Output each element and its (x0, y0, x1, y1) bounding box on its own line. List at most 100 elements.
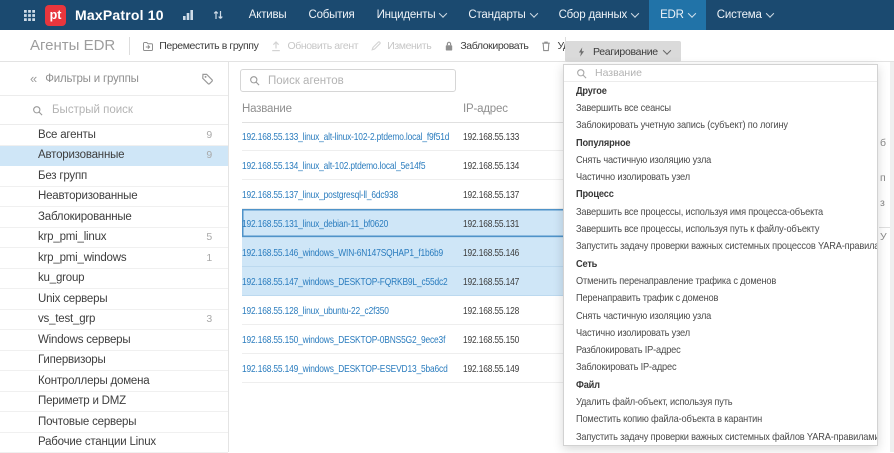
nav-item-3[interactable]: Стандарты (457, 0, 547, 30)
agent-name-link[interactable]: 192.168.55.147_windows_DESKTOP-FQRKB9L_c… (242, 272, 463, 290)
agent-name-link[interactable]: 192.168.55.150_windows_DESKTOP-0BNS5G2_9… (242, 330, 463, 348)
toolbar-buttons: Переместить в группу Обновить агент Изме… (130, 40, 595, 52)
app-grid-icon[interactable] (24, 10, 35, 21)
column-header-ip[interactable]: IP-адрес (463, 103, 508, 115)
menu-action-2[interactable]: Заблокировать учетную запись (субъект) п… (564, 117, 877, 134)
agent-name-link[interactable]: 192.168.55.146_windows_WIN-6N147SQHAP1_f… (242, 243, 463, 261)
agent-name-link[interactable]: 192.168.55.133_linux_alt-linux-102-2.ptd… (242, 127, 463, 145)
menu-action-13[interactable]: Снять частичную изоляцию узла (564, 307, 877, 324)
filter-item-3[interactable]: Неавторизованные (0, 187, 228, 208)
agent-ip: 192.168.55.133 (463, 127, 533, 145)
menu-action-19[interactable]: Поместить копию файла-объекта в карантин (564, 411, 877, 428)
filter-item-4[interactable]: Заблокированные (0, 207, 228, 228)
filter-item-15[interactable]: Рабочие станции Linux (0, 433, 228, 453)
sort-arrows-icon[interactable] (212, 9, 224, 21)
nav-item-1[interactable]: События (297, 0, 365, 30)
filter-item-10[interactable]: Windows серверы (0, 330, 228, 351)
agent-ip: 192.168.55.134 (463, 156, 533, 174)
menu-action-9[interactable]: Запустить задачу проверки важных системн… (564, 238, 877, 255)
menu-action-11[interactable]: Отменить перенаправление трафика с домен… (564, 272, 877, 289)
nav-item-label: Инциденты (377, 9, 436, 21)
toolbar-button-3[interactable]: Заблокировать (443, 40, 528, 52)
menu-action-16[interactable]: Заблокировать IP-адрес (564, 359, 877, 376)
sidebar-search (0, 96, 228, 125)
menu-action-4[interactable]: Снять частичную изоляцию узла (564, 151, 877, 168)
pt-logo-text: pt (50, 8, 62, 22)
bar-chart-icon[interactable] (182, 9, 194, 21)
agent-name-link[interactable]: 192.168.55.149_windows_DESKTOP-ESEVD13_5… (242, 359, 463, 377)
filter-item-14[interactable]: Почтовые серверы (0, 412, 228, 433)
filter-item-11[interactable]: Гипервизоры (0, 351, 228, 372)
lock-icon (443, 40, 455, 52)
menu-action-7[interactable]: Завершить все процессы, используя имя пр… (564, 203, 877, 220)
agent-name-link[interactable]: 192.168.55.128_linux_ubuntu-22_c2f350 (242, 301, 463, 319)
filter-item-13[interactable]: Периметр и DMZ (0, 392, 228, 413)
clipped-text-fragment: з (880, 197, 885, 209)
filter-item-label: Почтовые серверы (38, 416, 136, 428)
sidebar-search-input[interactable] (50, 103, 214, 117)
response-button[interactable]: Реагирование (565, 41, 681, 62)
column-header-name[interactable]: Название (242, 103, 463, 115)
clipped-text-fragment: п (880, 172, 886, 184)
filter-item-label: Контроллеры домена (38, 375, 149, 387)
filter-item-8[interactable]: Unix серверы (0, 289, 228, 310)
menu-action-18[interactable]: Удалить файл-объект, используя путь (564, 393, 877, 410)
collapse-sidebar-icon[interactable]: « (30, 71, 37, 86)
chevron-down-icon (765, 9, 773, 17)
response-menu: Другое Завершить все сеансы Заблокироват… (563, 64, 878, 446)
response-menu-search-input[interactable] (593, 66, 865, 80)
toolbar-button-0[interactable]: Переместить в группу (142, 40, 258, 52)
nav-item-2[interactable]: Инциденты (366, 0, 458, 30)
menu-action-5[interactable]: Частично изолировать узел (564, 168, 877, 185)
agent-name-link[interactable]: 192.168.55.134_linux_alt-102.ptdemo.loca… (242, 156, 463, 174)
move-to-group-icon (142, 40, 154, 52)
clipped-text-fragment: б (880, 137, 886, 149)
top-navbar: pt MaxPatrol 10 Активы События Инциденты… (0, 0, 894, 30)
menu-action-1[interactable]: Завершить все сеансы (564, 99, 877, 116)
filter-item-label: krp_pmi_windows (38, 252, 126, 264)
menu-group-6: Процесс (564, 186, 877, 203)
toolbar-button-1[interactable]: Обновить агент (270, 40, 358, 52)
pt-logo[interactable]: pt (45, 5, 66, 26)
filter-item-label: Без групп (38, 170, 87, 182)
filter-item-label: Неавторизованные (38, 190, 137, 202)
agent-name-link[interactable]: 192.168.55.137_linux_postgresql-ll_6dc93… (242, 185, 463, 203)
nav-item-0[interactable]: Активы (238, 0, 298, 30)
filter-item-7[interactable]: ku_group (0, 269, 228, 290)
toolbar-button-label: Изменить (387, 40, 431, 52)
agents-search-input[interactable] (266, 74, 447, 88)
nav-item-6[interactable]: Система (706, 0, 784, 30)
menu-action-15[interactable]: Разблокировать IP-адрес (564, 341, 877, 358)
toolbar-button-2[interactable]: Изменить (370, 40, 431, 52)
filter-item-5[interactable]: krp_pmi_linux 5 (0, 228, 228, 249)
edit-icon (370, 40, 382, 52)
filter-item-2[interactable]: Без групп (0, 166, 228, 187)
agent-name-link[interactable]: 192.168.55.131_linux_debian-11_bf0620 (242, 214, 463, 232)
chevron-down-icon (688, 9, 696, 17)
lightning-icon (576, 46, 587, 58)
filter-item-9[interactable]: vs_test_grp 3 (0, 310, 228, 331)
chevron-down-icon (663, 46, 671, 54)
filter-item-0[interactable]: Все агенты 9 (0, 125, 228, 146)
menu-action-14[interactable]: Частично изолировать узел (564, 324, 877, 341)
nav-item-4[interactable]: Сбор данных (548, 0, 650, 30)
toolbar-button-label: Заблокировать (460, 40, 528, 52)
sidebar-title: Фильтры и группы (45, 73, 138, 85)
menu-action-8[interactable]: Завершить все процессы, используя путь к… (564, 220, 877, 237)
nav-item-5[interactable]: EDR (649, 0, 706, 30)
trash-icon (540, 40, 552, 52)
agent-ip: 192.168.55.128 (463, 301, 533, 319)
agent-ip: 192.168.55.147 (463, 272, 533, 290)
update-agent-icon (270, 40, 282, 52)
filter-item-label: ku_group (38, 272, 84, 284)
menu-action-20[interactable]: Запустить задачу проверки важных системн… (564, 428, 877, 445)
page-scrollbar[interactable] (890, 62, 894, 452)
filter-item-12[interactable]: Контроллеры домена (0, 371, 228, 392)
filter-item-6[interactable]: krp_pmi_windows 1 (0, 248, 228, 269)
search-icon (576, 68, 587, 79)
menu-group-3: Популярное (564, 134, 877, 151)
filter-item-1[interactable]: Авторизованные 9 (0, 146, 228, 167)
tags-icon[interactable] (201, 72, 214, 85)
sidebar-header: « Фильтры и группы (0, 62, 228, 96)
menu-action-12[interactable]: Перенаправить трафик с доменов (564, 290, 877, 307)
